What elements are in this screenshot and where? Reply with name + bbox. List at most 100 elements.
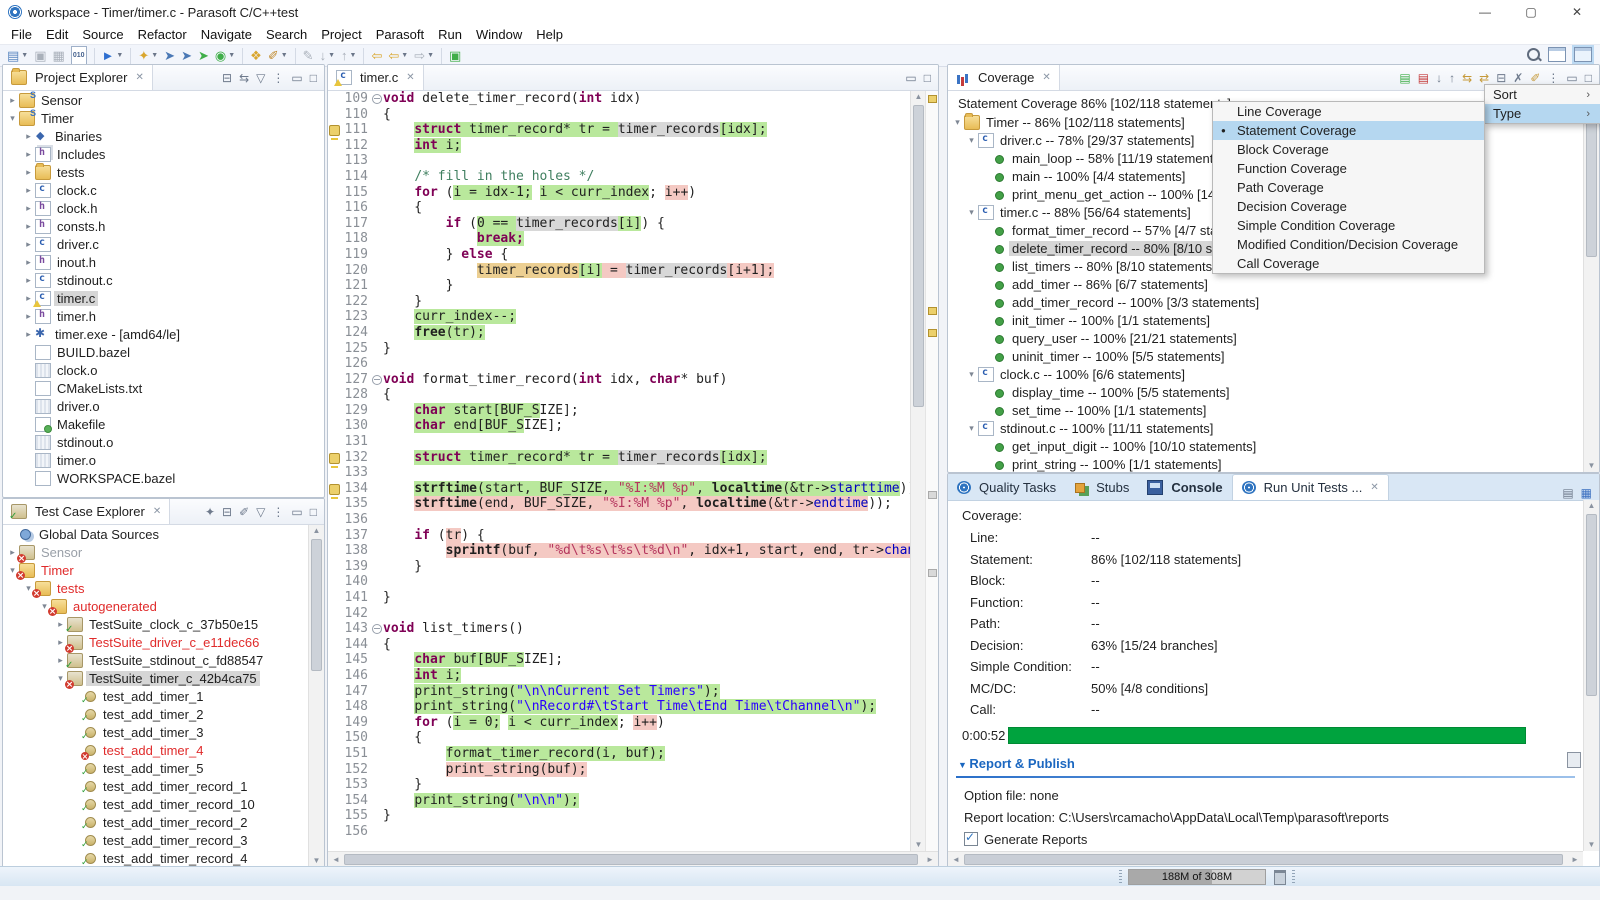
wand-button[interactable]: ✐▼ [266, 47, 290, 65]
expander-closed-icon[interactable]: ▸ [22, 167, 35, 178]
link-with-editor-icon[interactable]: ⇆ [239, 71, 249, 85]
coverage-item[interactable]: ▾stdinout.c -- 100% [11/11 statements] [948, 419, 1599, 437]
analyze-file-button[interactable]: ➤ [179, 47, 194, 65]
minimize-button[interactable]: — [1462, 0, 1508, 24]
run-button[interactable]: ►▼ [100, 47, 126, 65]
test-case-item[interactable]: ▸TestSuite_driver_c_e11dec66 [3, 633, 324, 651]
select-wand-icon[interactable]: ✐ [239, 505, 249, 519]
test-case-item[interactable]: test_add_timer_1 [3, 687, 324, 705]
test-case-item[interactable]: test_add_timer_4 [3, 741, 324, 759]
close-icon[interactable]: ✕ [1370, 482, 1378, 493]
menu-window[interactable]: Window [469, 26, 529, 43]
dropdown-arrow-icon[interactable]: ▼ [401, 52, 408, 59]
code-line[interactable]: 133 [328, 465, 910, 481]
test-case-item[interactable]: ▾tests [3, 579, 324, 597]
expander-open-icon[interactable]: ▾ [965, 369, 978, 380]
open-resource-button[interactable]: ❖ [248, 47, 264, 65]
test-case-item[interactable]: test_add_timer_record_1 [3, 777, 324, 795]
expander-open-icon[interactable]: ▾ [951, 117, 964, 128]
bookmark-icon[interactable] [329, 453, 340, 464]
expander-closed-icon[interactable]: ▸ [22, 275, 35, 286]
expander-closed-icon[interactable]: ▸ [22, 257, 35, 268]
test-case-item[interactable]: test_add_timer_record_3 [3, 831, 324, 849]
menu-item-sort[interactable]: Sort› [1485, 85, 1600, 104]
close-icon[interactable]: ✕ [153, 506, 161, 517]
tab-run-unit-tests[interactable]: Run Unit Tests ...✕ [1232, 474, 1389, 500]
tab-test-case-explorer[interactable]: Test Case Explorer ✕ [3, 499, 170, 524]
project-explorer-item[interactable]: ▾Timer [3, 109, 324, 127]
menu-project[interactable]: Project [314, 26, 368, 43]
expander-open-icon[interactable]: ▾ [965, 423, 978, 434]
maximize-icon[interactable]: □ [924, 71, 931, 85]
project-explorer-item[interactable]: ▸timer.exe - [amd64/le] [3, 325, 324, 343]
open-perspective-icon[interactable] [1548, 47, 1566, 62]
binary-view-button[interactable]: 010 [69, 47, 89, 65]
save-all-button[interactable]: ▦ [51, 47, 67, 65]
project-explorer-item[interactable]: ▸timer.h [3, 307, 324, 325]
dropdown-arrow-icon[interactable]: ▼ [228, 52, 235, 59]
expander-closed-icon[interactable]: ▸ [22, 311, 35, 322]
code-line[interactable]: 153 } [328, 777, 910, 793]
project-explorer-item[interactable]: ▸Sensor [3, 91, 324, 109]
generate-reports-checkbox[interactable] [964, 832, 978, 846]
project-explorer-item[interactable]: clock.o [3, 361, 324, 379]
bookmark-icon[interactable] [329, 125, 340, 136]
project-explorer-item[interactable]: CMakeLists.txt [3, 379, 324, 397]
view-menu-icon[interactable]: ⋮ [272, 505, 284, 519]
code-line[interactable]: 151 format_timer_record(i, buf); [328, 746, 910, 762]
code-line[interactable]: 154 print_string("\n\n"); [328, 793, 910, 809]
menu-item-path-coverage[interactable]: Path Coverage [1213, 178, 1484, 197]
tab-project-explorer[interactable]: Project Explorer ✕ [3, 65, 153, 90]
test-case-item[interactable]: ▾TestSuite_timer_c_42b4ca75 [3, 669, 324, 687]
code-line[interactable]: 130 char end[BUF_SIZE]; [328, 418, 910, 434]
bookmark-icon[interactable] [329, 484, 340, 495]
project-explorer-item[interactable]: driver.o [3, 397, 324, 415]
dropdown-arrow-icon[interactable]: ▼ [281, 52, 288, 59]
expander-closed-icon[interactable]: ▸ [22, 203, 35, 214]
highlight-brush-icon[interactable]: ✐ [1530, 71, 1540, 85]
dropdown-arrow-icon[interactable]: ▼ [350, 52, 357, 59]
analyze-selection-button[interactable]: ➤ [162, 47, 177, 65]
import-session-icon[interactable]: ▤ [1399, 71, 1410, 85]
open-report-icon[interactable]: ▤ [1562, 486, 1573, 500]
filter-icon[interactable]: ▽ [256, 71, 265, 85]
test-case-item[interactable]: ▾autogenerated [3, 597, 324, 615]
dropdown-arrow-icon[interactable]: ▼ [328, 52, 335, 59]
code-line[interactable]: 135 strftime(end, BUF_SIZE, "%I:%M %p", … [328, 496, 910, 512]
coverage-item[interactable]: uninit_timer -- 100% [5/5 statements] [948, 347, 1599, 365]
view-menu-icon[interactable]: ⋮ [272, 71, 284, 85]
project-explorer-item[interactable]: ▸stdinout.c [3, 271, 324, 289]
expander-closed-icon[interactable]: ▸ [22, 239, 35, 250]
menu-search[interactable]: Search [259, 26, 314, 43]
filter-icon[interactable]: ▽ [256, 505, 265, 519]
code-line[interactable]: 140 [328, 574, 910, 590]
menu-item-decision-coverage[interactable]: Decision Coverage [1213, 197, 1484, 216]
code-line[interactable]: 150 { [328, 730, 910, 746]
minimize-icon[interactable]: ▭ [1566, 71, 1577, 85]
coverage-item[interactable]: ▾clock.c -- 100% [6/6 statements] [948, 365, 1599, 383]
project-explorer-item[interactable]: ▸clock.c [3, 181, 324, 199]
menu-run[interactable]: Run [431, 26, 469, 43]
view-menu-icon[interactable]: ⋮ [1547, 71, 1559, 85]
expander-closed-icon[interactable]: ▸ [22, 149, 35, 160]
close-icon[interactable]: ✕ [135, 72, 143, 83]
menu-item-function-coverage[interactable]: Function Coverage [1213, 159, 1484, 178]
save-button[interactable]: ▣ [32, 47, 48, 65]
code-line[interactable]: 141} [328, 590, 910, 606]
menu-item-modified-condition-decision-coverage[interactable]: Modified Condition/Decision Coverage [1213, 235, 1484, 254]
project-explorer-item[interactable]: stdinout.o [3, 433, 324, 451]
code-line[interactable]: 129 char start[BUF_SIZE]; [328, 403, 910, 419]
code-line[interactable]: 115 for (i = idx-1; i < curr_index; i++) [328, 185, 910, 201]
back-button[interactable]: ⇦▼ [386, 47, 410, 65]
previous-icon[interactable]: ↑ [1449, 71, 1455, 85]
menu-item-statement-coverage[interactable]: ●Statement Coverage [1213, 121, 1484, 140]
code-line[interactable]: 117 if (0 == timer_records[i]) { [328, 216, 910, 232]
back-history-button[interactable]: ⇦ [369, 47, 384, 65]
collapse-all-icon[interactable]: ⊟ [222, 505, 232, 519]
code-line[interactable]: 138 sprintf(buf, "%d\t%s\t%s\t%d\n", idx… [328, 543, 910, 559]
project-explorer-item[interactable]: Makefile [3, 415, 324, 433]
code-line[interactable]: 128{ [328, 387, 910, 403]
dropdown-arrow-icon[interactable]: ▼ [427, 52, 434, 59]
tab-timer-c[interactable]: timer.c ✕ [328, 65, 424, 90]
code-line[interactable]: 142 [328, 606, 910, 622]
